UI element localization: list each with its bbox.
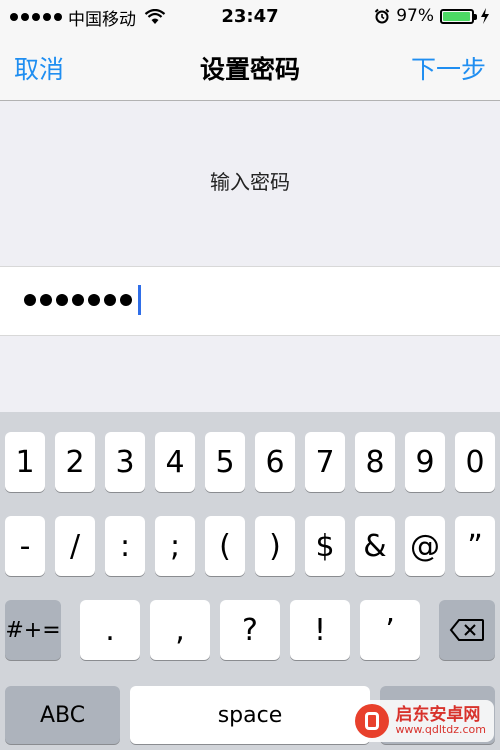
symbol-key[interactable]: ( xyxy=(205,516,245,576)
password-dot xyxy=(56,294,68,306)
battery-icon xyxy=(440,8,477,24)
punctuation-key[interactable]: ’ xyxy=(360,600,420,660)
punctuation-key[interactable]: ? xyxy=(220,600,280,660)
digit-key[interactable]: 4 xyxy=(155,432,195,492)
digit-key[interactable]: 8 xyxy=(355,432,395,492)
backspace-icon xyxy=(449,619,484,641)
digit-key[interactable]: 1 xyxy=(5,432,45,492)
abc-key[interactable]: ABC xyxy=(5,686,120,744)
symbols-key[interactable]: #+= xyxy=(5,600,61,660)
symbol-key[interactable]: ) xyxy=(255,516,295,576)
status-bar: 中国移动 23:47 97% xyxy=(0,0,500,34)
alarm-clock-icon xyxy=(374,8,390,24)
watermark-url: www.qdltdz.com xyxy=(395,723,486,737)
symbol-key[interactable]: - xyxy=(5,516,45,576)
digit-key[interactable]: 9 xyxy=(405,432,445,492)
digit-key[interactable]: 2 xyxy=(55,432,95,492)
digit-key[interactable]: 7 xyxy=(305,432,345,492)
password-dots xyxy=(24,285,141,315)
symbol-key[interactable]: $ xyxy=(305,516,345,576)
text-cursor xyxy=(138,285,141,315)
symbol-key[interactable]: ” xyxy=(455,516,495,576)
symbol-key[interactable]: / xyxy=(55,516,95,576)
password-dot xyxy=(72,294,84,306)
punctuation-key[interactable]: , xyxy=(150,600,210,660)
password-dot xyxy=(24,294,36,306)
symbol-key[interactable]: @ xyxy=(405,516,445,576)
password-dot xyxy=(40,294,52,306)
space-key[interactable]: space xyxy=(130,686,370,744)
symbol-key[interactable]: ; xyxy=(155,516,195,576)
watermark-name: 启东安卓网 xyxy=(395,704,481,725)
punctuation-key[interactable]: ! xyxy=(290,600,350,660)
charging-bolt-icon xyxy=(481,8,489,24)
password-input[interactable] xyxy=(0,266,500,336)
symbol-key[interactable]: & xyxy=(355,516,395,576)
battery-percentage: 97% xyxy=(396,6,434,26)
site-watermark: 启东安卓网 www.qdltdz.com xyxy=(347,700,494,742)
password-prompt: 输入密码 xyxy=(210,170,290,194)
password-dot xyxy=(88,294,100,306)
digit-key[interactable]: 0 xyxy=(455,432,495,492)
symbol-key[interactable]: : xyxy=(105,516,145,576)
punctuation-key[interactable]: . xyxy=(80,600,140,660)
password-dot xyxy=(120,294,132,306)
navigation-bar: 取消 设置密码 下一步 xyxy=(0,34,500,101)
digit-key[interactable]: 6 xyxy=(255,432,295,492)
watermark-logo-icon xyxy=(355,704,390,738)
digit-key[interactable]: 3 xyxy=(105,432,145,492)
digit-key[interactable]: 5 xyxy=(205,432,245,492)
delete-key[interactable] xyxy=(439,600,495,660)
password-dot xyxy=(104,294,116,306)
next-step-button[interactable]: 下一步 xyxy=(411,50,486,86)
